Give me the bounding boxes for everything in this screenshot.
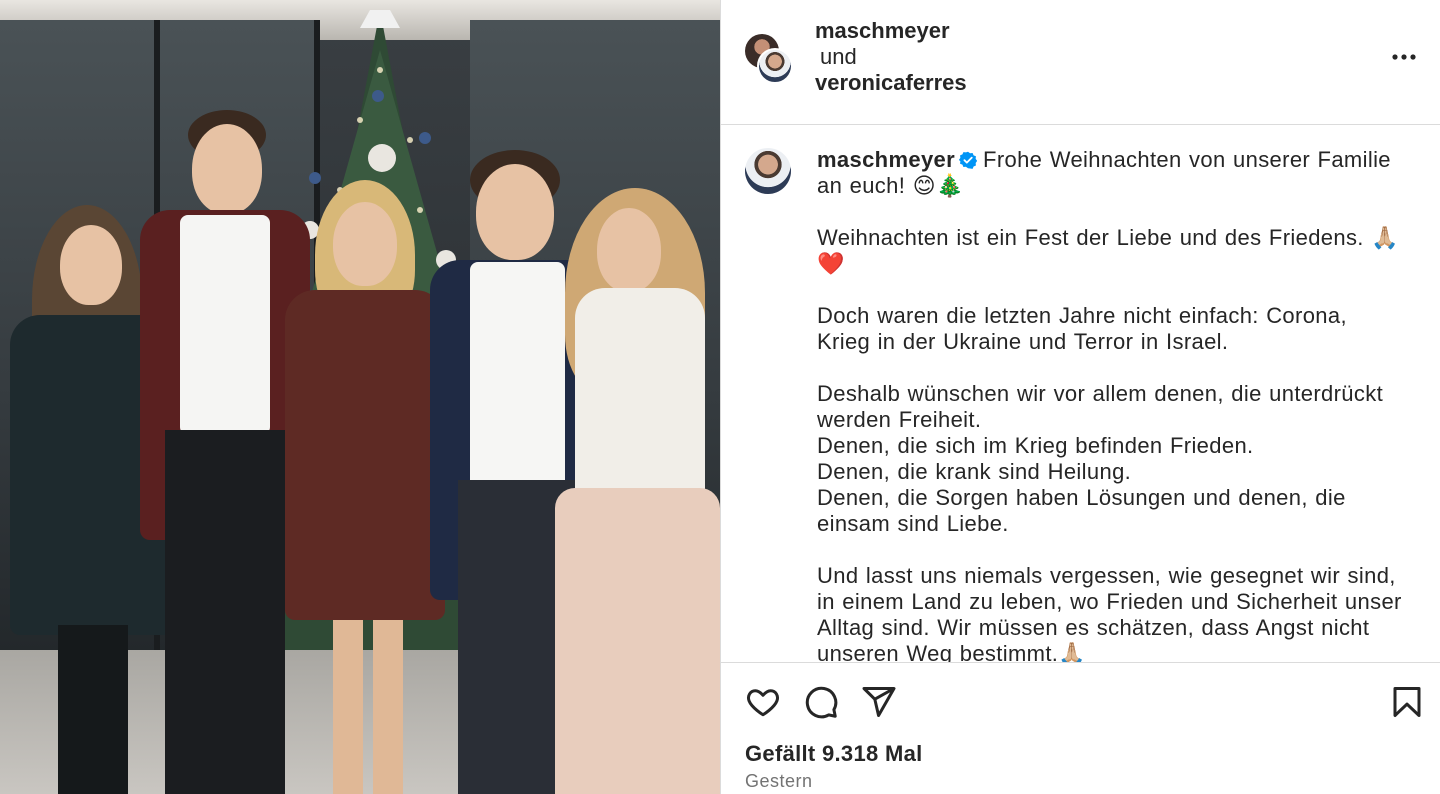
username-link[interactable]: veronicaferres (815, 70, 967, 96)
comment-button[interactable] (803, 684, 839, 720)
caption-paragraph: Weihnachten ist ein Fest der Liebe und d… (817, 225, 1399, 276)
post-header: maschmeyer und veronicaferres (721, 0, 1440, 125)
save-button[interactable] (1389, 684, 1425, 720)
avatar[interactable] (757, 48, 793, 84)
avatar[interactable] (745, 148, 791, 194)
caption-paragraph: Doch waren die letzten Jahre nicht einfa… (817, 303, 1347, 354)
conjunction-text: und (820, 44, 857, 69)
caption-paragraph: Deshalb wünschen wir vor allem denen, di… (817, 381, 1384, 536)
divider (721, 662, 1440, 663)
post-caption: maschmeyer Frohe Weihnachten von unserer… (721, 126, 1440, 662)
person-figure (285, 180, 445, 794)
post-photo (0, 0, 720, 794)
collab-usernames: maschmeyer und veronicaferres (815, 18, 967, 96)
like-button[interactable] (745, 684, 781, 720)
post-actions (745, 684, 1421, 720)
more-horizontal-icon (1392, 54, 1416, 60)
verified-badge-icon (959, 151, 978, 169)
likes-count[interactable]: Gefällt 9.318 Mal (745, 741, 923, 767)
person-figure (555, 188, 720, 794)
bookmark-icon (1393, 687, 1421, 717)
more-options-button[interactable] (1391, 44, 1417, 70)
collab-avatars[interactable] (745, 34, 795, 84)
caption-paragraph: Und lasst uns niemals vergessen, wie ges… (817, 563, 1402, 662)
post-date[interactable]: Gestern (745, 771, 813, 792)
share-icon (862, 687, 896, 717)
caption-text: maschmeyer Frohe Weihnachten von unserer… (817, 147, 1407, 662)
post-side-panel: maschmeyer und veronicaferres maschmeyer… (720, 0, 1440, 794)
heart-icon (747, 689, 779, 717)
share-button[interactable] (861, 684, 897, 720)
username-link[interactable]: maschmeyer (817, 147, 955, 172)
comment-icon (805, 686, 838, 719)
username-link[interactable]: maschmeyer (815, 18, 967, 44)
